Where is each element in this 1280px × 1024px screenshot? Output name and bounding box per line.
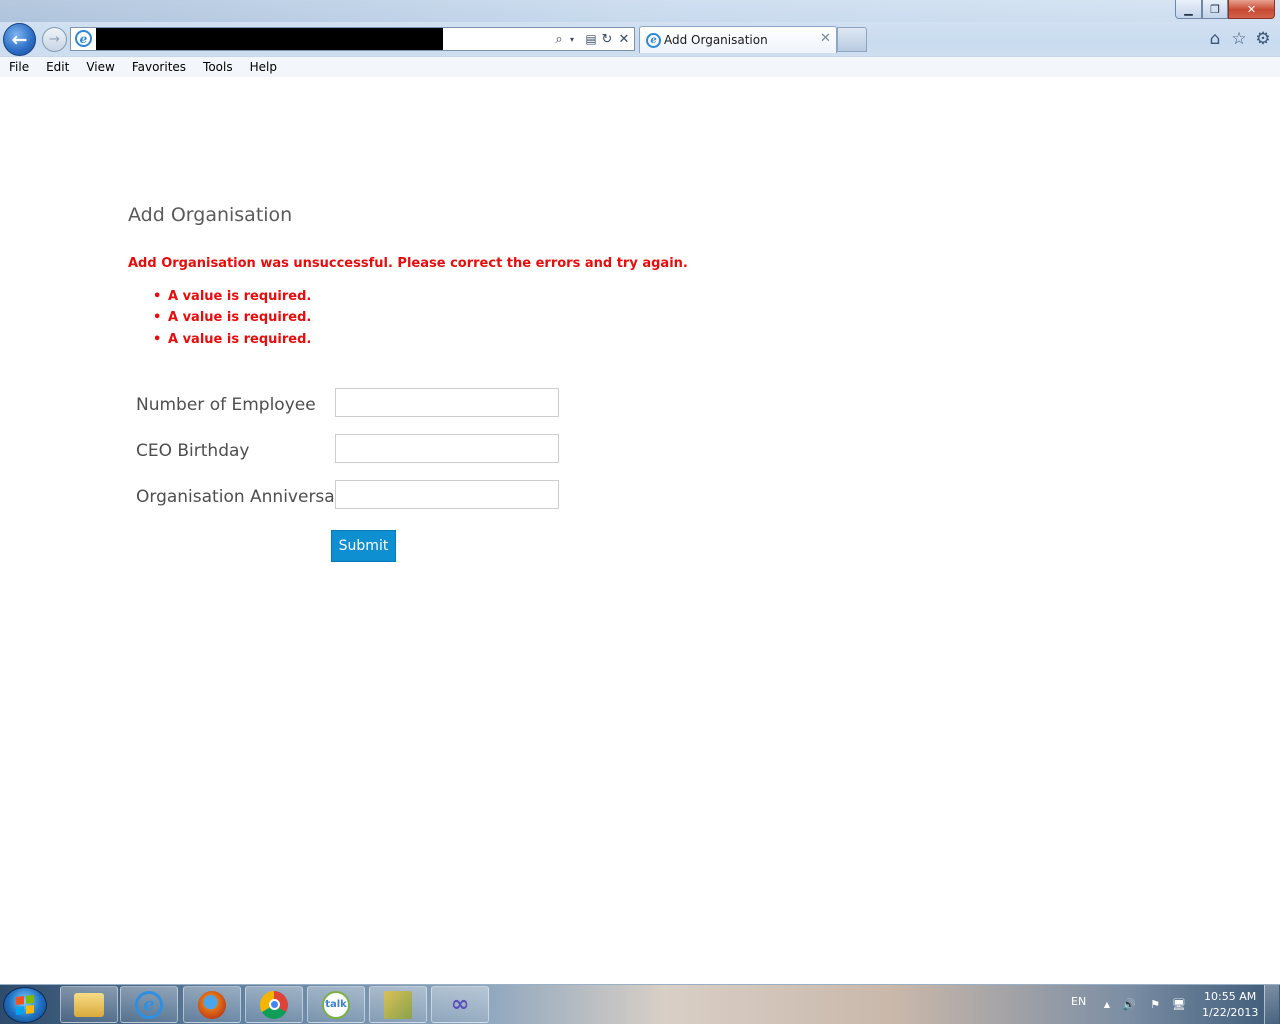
page-title: Add Organisation xyxy=(128,204,293,226)
taskbar-visual-studio-button[interactable]: ∞ xyxy=(431,986,489,1023)
submit-button[interactable]: Submit xyxy=(331,530,396,562)
gear-icon[interactable]: ⚙ xyxy=(1253,29,1273,49)
visual-studio-icon: ∞ xyxy=(450,992,470,1017)
tab-label: Add Organisation xyxy=(664,33,768,47)
taskbar: e talk ∞ EN ▲ 🔊 ⚑ 🖥 10:55 AM 1/22/2013 xyxy=(0,984,1280,1024)
chevron-down-icon[interactable]: ▾ xyxy=(567,29,577,49)
validation-error-text: A value is required. xyxy=(168,310,312,325)
number-of-employee-input[interactable] xyxy=(335,388,559,417)
number-of-employee-label: Number of Employee xyxy=(136,395,316,415)
show-desktop-button[interactable] xyxy=(1264,985,1279,1024)
clock-time[interactable]: 10:55 AM xyxy=(1204,990,1256,1003)
menu-file[interactable]: File xyxy=(0,60,37,74)
menu-favorites[interactable]: Favorites xyxy=(123,60,194,74)
address-faded-text xyxy=(449,32,539,44)
new-tab-button[interactable] xyxy=(837,27,867,52)
clock-date[interactable]: 1/22/2013 xyxy=(1202,1006,1258,1019)
language-indicator[interactable]: EN xyxy=(1071,995,1086,1008)
taskbar-chrome-button[interactable] xyxy=(245,986,303,1023)
organisation-anniversary-label: Organisation Anniversary xyxy=(136,487,352,507)
organisation-anniversary-input[interactable] xyxy=(335,480,559,509)
search-icon[interactable]: ⌕ xyxy=(551,29,567,49)
close-window-button[interactable]: ✕ xyxy=(1228,0,1275,19)
firefox-icon xyxy=(198,990,226,1019)
validation-summary: Add Organisation was unsuccessful. Pleas… xyxy=(128,256,688,271)
home-icon[interactable]: ⌂ xyxy=(1205,29,1225,49)
windows-logo-icon xyxy=(16,995,34,1015)
google-talk-icon: talk xyxy=(322,990,350,1019)
validation-error-item: • A value is required. xyxy=(153,289,311,304)
validation-error-text: A value is required. xyxy=(168,332,312,347)
back-arrow-icon: ← xyxy=(11,28,28,51)
menu-edit[interactable]: Edit xyxy=(37,60,77,74)
volume-icon[interactable]: 🔊 xyxy=(1121,996,1137,1012)
taskbar-tools-button[interactable] xyxy=(369,986,427,1023)
back-button[interactable]: ← xyxy=(3,23,36,56)
favorites-star-icon[interactable]: ☆ xyxy=(1229,29,1249,49)
menu-view[interactable]: View xyxy=(77,60,122,74)
forward-arrow-icon: → xyxy=(49,32,60,47)
bullet-icon: • xyxy=(153,310,162,325)
browser-chrome: ▁ ❐ ✕ ← → e ⌕ ▾ ▤ ↻ ✕ e Add Organisation… xyxy=(0,0,1280,77)
validation-error-item: • A value is required. xyxy=(153,310,311,325)
compatibility-view-icon[interactable]: ▤ xyxy=(583,29,599,49)
taskbar-talk-button[interactable]: talk xyxy=(307,986,365,1023)
taskbar-ie-button[interactable]: e xyxy=(120,986,178,1023)
folder-icon xyxy=(74,992,104,1017)
stop-icon[interactable]: ✕ xyxy=(616,29,632,49)
address-bar[interactable]: e ⌕ ▾ ▤ ↻ ✕ xyxy=(70,27,635,51)
tools-app-icon xyxy=(384,990,412,1019)
tab-add-organisation[interactable]: e Add Organisation ✕ xyxy=(639,26,837,53)
ceo-birthday-label: CEO Birthday xyxy=(136,441,250,461)
show-hidden-icons-icon[interactable]: ▲ xyxy=(1099,996,1115,1012)
ie-tab-icon: e xyxy=(646,33,661,48)
start-button[interactable] xyxy=(3,987,47,1023)
menu-tools[interactable]: Tools xyxy=(194,60,241,74)
bullet-icon: • xyxy=(153,332,162,347)
ceo-birthday-input[interactable] xyxy=(335,434,559,463)
menu-bar: File Edit View Favorites Tools Help xyxy=(0,56,1280,77)
ie-icon: e xyxy=(135,990,163,1019)
refresh-icon[interactable]: ↻ xyxy=(599,29,615,49)
address-url-redacted[interactable] xyxy=(96,28,443,50)
taskbar-explorer-button[interactable] xyxy=(60,986,118,1023)
window-title-bar xyxy=(0,0,1280,22)
validation-error-text: A value is required. xyxy=(168,289,312,304)
bullet-icon: • xyxy=(153,289,162,304)
network-icon[interactable]: 🖥 xyxy=(1171,996,1187,1012)
ie-page-icon: e xyxy=(75,30,92,47)
menu-help[interactable]: Help xyxy=(241,60,285,74)
validation-error-item: • A value is required. xyxy=(153,332,311,347)
maximize-button[interactable]: ❐ xyxy=(1202,0,1228,19)
action-center-flag-icon[interactable]: ⚑ xyxy=(1147,996,1163,1012)
minimize-button[interactable]: ▁ xyxy=(1175,0,1202,19)
close-tab-icon[interactable]: ✕ xyxy=(820,31,831,46)
forward-button[interactable]: → xyxy=(42,27,67,52)
taskbar-firefox-button[interactable] xyxy=(183,986,241,1023)
chrome-icon xyxy=(260,990,288,1019)
